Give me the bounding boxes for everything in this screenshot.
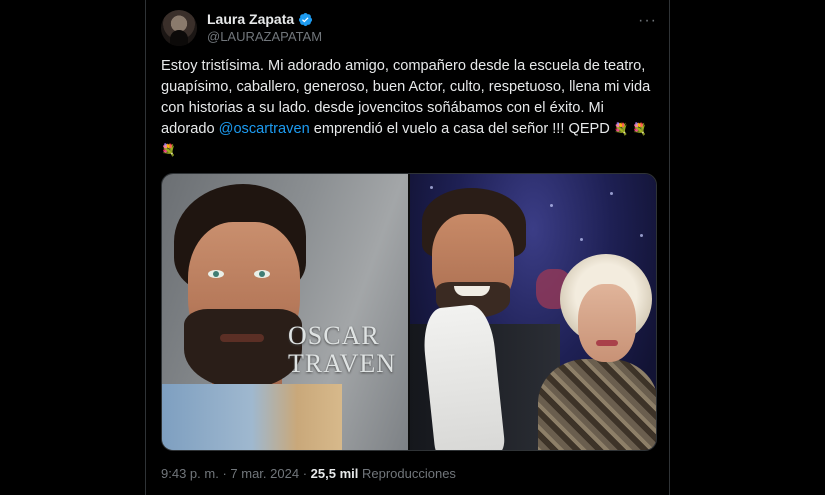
more-options-icon[interactable]: ··· — [638, 12, 657, 30]
tweet-time[interactable]: 9:43 p. m. — [161, 466, 219, 481]
media-grid: OSCAR TRAVEN — [161, 173, 657, 451]
name-row: Laura Zapata — [207, 11, 313, 27]
photo-beard — [184, 309, 302, 389]
photo-woman-face — [577, 284, 636, 362]
photo-oscar-traven-cover[interactable]: OSCAR TRAVEN — [162, 174, 408, 450]
views-count: 25,5 mil — [310, 466, 359, 481]
photo-woman-coat — [537, 359, 656, 450]
sparkle — [579, 238, 583, 241]
cover-title-line2: TRAVEN — [288, 349, 397, 378]
tweet-card: Laura Zapata @LAURAZAPATAM ··· Estoy tri… — [145, 0, 670, 495]
verified-badge-icon — [299, 12, 313, 26]
sparkle — [609, 192, 613, 195]
photo-couple[interactable] — [409, 174, 656, 450]
photo-eye-right — [254, 270, 270, 278]
photo-shirt — [162, 384, 342, 450]
photo-mouth — [220, 334, 264, 342]
meta-separator: · — [222, 466, 227, 481]
meta-separator: · — [302, 466, 308, 481]
avatar[interactable] — [161, 10, 197, 46]
sparkle — [639, 234, 643, 237]
mention-link[interactable]: @oscartraven — [219, 121, 310, 137]
cover-title-line1: OSCAR — [288, 321, 380, 350]
photo-woman-lips — [595, 340, 618, 346]
sparkle — [549, 204, 553, 207]
tweet-meta: 9:43 p. m. · 7 mar. 2024 · 25,5 mil Repr… — [161, 466, 456, 481]
display-name[interactable]: Laura Zapata — [207, 11, 294, 27]
tweet-date[interactable]: 7 mar. 2024 — [230, 466, 299, 481]
views-label: Reproducciones — [361, 466, 456, 481]
photo-eye-left — [208, 270, 224, 278]
photo-man-smile — [453, 286, 490, 296]
sparkle — [429, 186, 433, 189]
tweet-header: Laura Zapata @LAURAZAPATAM ··· — [161, 8, 657, 48]
user-handle[interactable]: @LAURAZAPATAM — [207, 29, 322, 44]
tweet-text-part2: emprendió el vuelo a casa del señor !!! … — [309, 121, 614, 137]
tweet-text: Estoy tristísima. Mi adorado amigo, comp… — [161, 56, 661, 161]
cover-title: OSCAR TRAVEN — [288, 322, 396, 378]
